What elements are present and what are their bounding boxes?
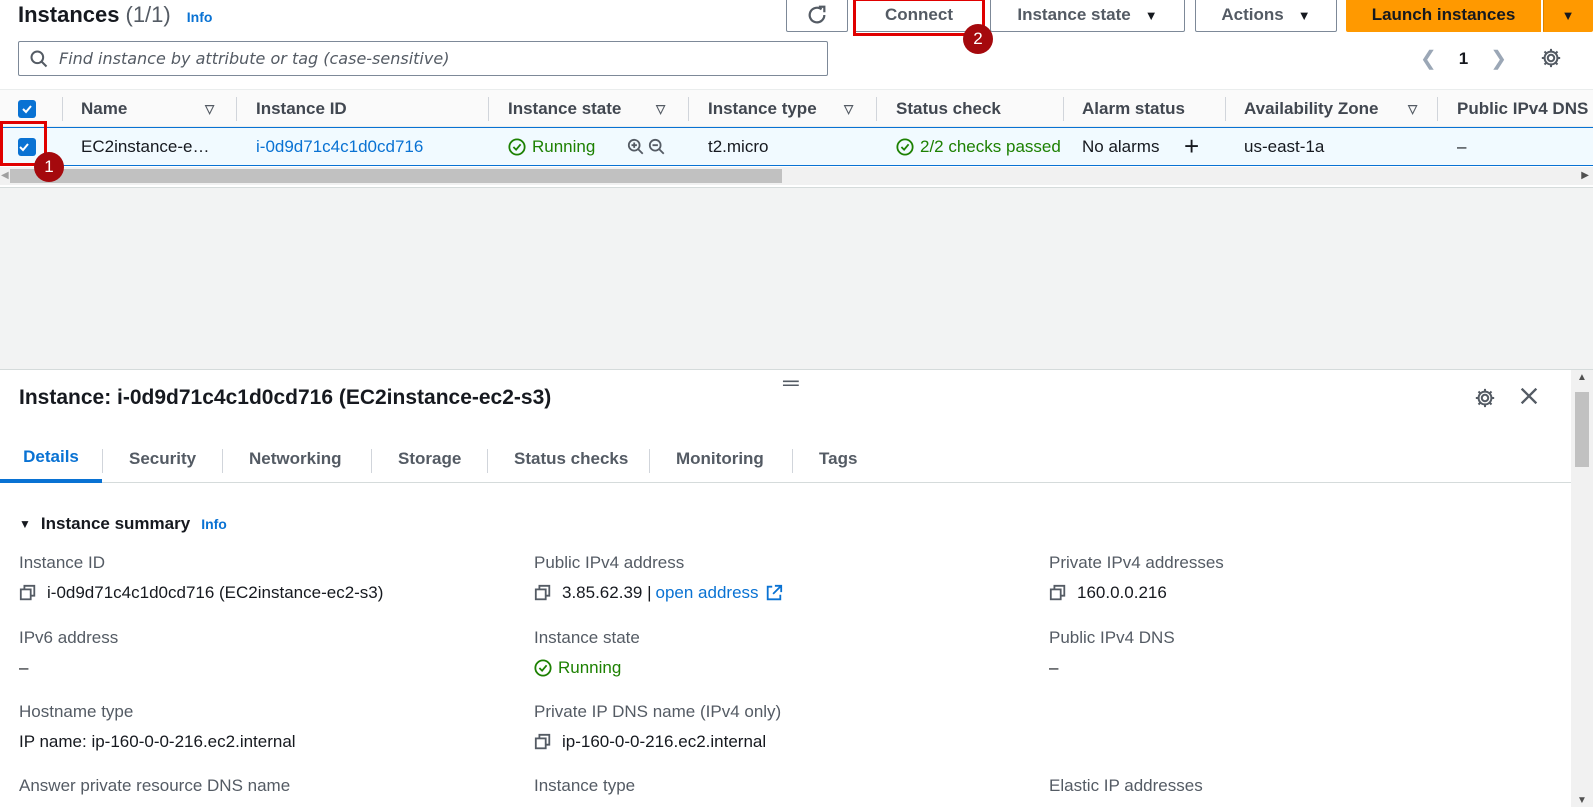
chevron-left-icon[interactable]: ❮	[1420, 46, 1437, 71]
field-private-dns: Private IP DNS name (IPv4 only) ip-160-0…	[534, 702, 782, 751]
field-instance-type: Instance type	[534, 776, 636, 795]
info-link[interactable]: Info	[201, 516, 227, 532]
field-instance-state: Instance state Running	[534, 628, 640, 677]
caret-down-icon: ▼	[1561, 7, 1575, 23]
search-box[interactable]	[18, 41, 828, 76]
field-private-ipv4: Private IPv4 addresses 160.0.0.216	[1049, 553, 1224, 602]
column-header-alarm-status[interactable]: Alarm status	[1082, 90, 1185, 127]
column-header-status-check[interactable]: Status check	[896, 90, 1001, 127]
column-header-instance-state[interactable]: Instance state ▽	[508, 90, 668, 127]
copy-icon[interactable]	[19, 584, 37, 602]
field-ipv6: IPv6 address –	[19, 628, 119, 677]
scrollbar-thumb[interactable]	[10, 169, 782, 183]
section-title: Instance summary	[40, 514, 191, 533]
scroll-down-icon[interactable]: ▼	[1577, 795, 1587, 806]
launch-dropdown-button[interactable]: ▼	[1543, 0, 1593, 32]
sort-down-icon: ▽	[1408, 101, 1418, 116]
tab-monitoring[interactable]: Monitoring	[676, 435, 764, 483]
detail-title: Instance: i-0d9d71c4c1d0cd716 (EC2instan…	[19, 386, 552, 409]
close-icon[interactable]	[1518, 385, 1540, 412]
chevron-right-icon[interactable]: ❯	[1490, 46, 1507, 71]
vertical-scrollbar[interactable]: ▲ ▼	[1571, 370, 1593, 807]
caret-down-icon: ▼	[1297, 7, 1311, 23]
table-row[interactable]: EC2instance-e… i-0d9d71c4c1d0cd716 Runni…	[0, 127, 1593, 166]
actions-button[interactable]: Actions ▼	[1195, 0, 1337, 32]
check-circle-icon	[508, 137, 526, 156]
horizontal-scrollbar[interactable]: ◀ ▶	[0, 167, 1593, 185]
column-header-name[interactable]: Name ▽	[81, 90, 231, 127]
instance-state-label: Instance state	[1017, 5, 1131, 24]
instance-count: (1/1)	[125, 2, 171, 27]
page-title: Instances	[18, 2, 120, 27]
instance-state-button[interactable]: Instance state ▼	[990, 0, 1185, 32]
pagination: ❮ 1 ❯	[1420, 46, 1507, 71]
cell-instance-type: t2.micro	[708, 136, 769, 156]
refresh-button[interactable]	[786, 0, 848, 32]
external-link-icon[interactable]	[765, 584, 783, 602]
open-address-link[interactable]: open address	[656, 583, 759, 603]
column-header-availability-zone[interactable]: Availability Zone ▽	[1244, 90, 1429, 127]
scroll-up-icon[interactable]: ▲	[1577, 372, 1587, 383]
cell-instance-state: Running	[508, 128, 595, 165]
step-badge-1: 1	[34, 152, 64, 182]
ec2-console: Instances (1/1) Info Connect Instance st…	[0, 0, 1593, 807]
copy-icon[interactable]	[534, 584, 552, 602]
cell-name: EC2instance-e…	[81, 136, 210, 156]
tab-security[interactable]: Security	[129, 435, 196, 483]
check-circle-icon	[896, 137, 914, 156]
copy-icon[interactable]	[1049, 584, 1067, 602]
instances-header: Instances (1/1) Info	[18, 2, 212, 28]
info-link[interactable]: Info	[187, 9, 213, 25]
sort-down-icon: ▽	[844, 101, 854, 116]
scroll-left-icon[interactable]: ◀	[1, 170, 9, 181]
field-answer-dns: Answer private resource DNS name	[19, 776, 291, 795]
cell-public-dns: –	[1457, 136, 1467, 156]
tab-status-checks[interactable]: Status checks	[514, 435, 628, 483]
column-header-instance-type[interactable]: Instance type ▽	[708, 90, 860, 127]
scrollbar-thumb[interactable]	[1575, 392, 1589, 467]
instance-summary-header[interactable]: ▼ Instance summary Info	[19, 514, 227, 534]
zoom-out-icon[interactable]	[648, 128, 672, 165]
refresh-icon	[808, 5, 826, 24]
field-public-ipv4: Public IPv4 address 3.85.62.39 | open ad…	[534, 553, 783, 603]
cell-instance-id-link[interactable]: i-0d9d71c4c1d0cd716	[256, 128, 423, 165]
search-icon	[30, 50, 48, 67]
drag-handle-icon[interactable]: ═	[783, 372, 799, 394]
add-alarm-plus-icon[interactable]: +	[1184, 128, 1199, 165]
sort-down-icon: ▽	[656, 101, 666, 116]
copy-icon[interactable]	[534, 733, 552, 751]
table-empty-area	[0, 187, 1593, 369]
gear-icon[interactable]	[1474, 387, 1496, 414]
cell-alarm-status: No alarms	[1082, 136, 1160, 156]
instance-details-panel: ═ Instance: i-0d9d71c4c1d0cd716 (EC2inst…	[0, 369, 1593, 807]
launch-label: Launch instances	[1371, 5, 1516, 24]
column-header-public-dns[interactable]: Public IPv4 DNS	[1457, 90, 1588, 127]
checkmark-icon	[22, 104, 32, 113]
column-header-instance-id[interactable]: Instance ID	[256, 90, 347, 127]
tab-networking[interactable]: Networking	[249, 435, 342, 483]
cell-status-check: 2/2 checks passed	[896, 128, 1061, 165]
detail-tabs: Details Security Networking Storage Stat…	[0, 435, 1571, 483]
tab-details[interactable]: Details	[0, 435, 102, 483]
caret-down-icon: ▼	[19, 517, 31, 531]
sort-down-icon: ▽	[205, 101, 215, 116]
gear-icon[interactable]	[1540, 47, 1562, 74]
launch-instances-button[interactable]: Launch instances	[1346, 0, 1541, 32]
search-input[interactable]	[59, 49, 799, 68]
current-page[interactable]: 1	[1459, 49, 1468, 69]
cell-availability-zone: us-east-1a	[1244, 136, 1325, 156]
check-circle-icon	[534, 659, 552, 677]
field-instance-id: Instance ID i-0d9d71c4c1d0cd716 (EC2inst…	[19, 553, 384, 602]
tab-storage[interactable]: Storage	[398, 435, 461, 483]
field-hostname-type: Hostname type IP name: ip-160-0-0-216.ec…	[19, 702, 296, 751]
field-elastic-ip: Elastic IP addresses	[1049, 776, 1203, 795]
field-public-dns: Public IPv4 DNS –	[1049, 628, 1175, 677]
tab-tags[interactable]: Tags	[819, 435, 857, 483]
instances-panel: Instances (1/1) Info Connect Instance st…	[0, 0, 1593, 187]
scroll-right-icon[interactable]: ▶	[1581, 170, 1589, 181]
caret-down-icon: ▼	[1144, 7, 1158, 23]
step-badge-2: 2	[963, 24, 993, 54]
actions-label: Actions	[1221, 5, 1284, 24]
table-header: Name ▽ Instance ID Instance state ▽ Instan…	[0, 89, 1593, 127]
